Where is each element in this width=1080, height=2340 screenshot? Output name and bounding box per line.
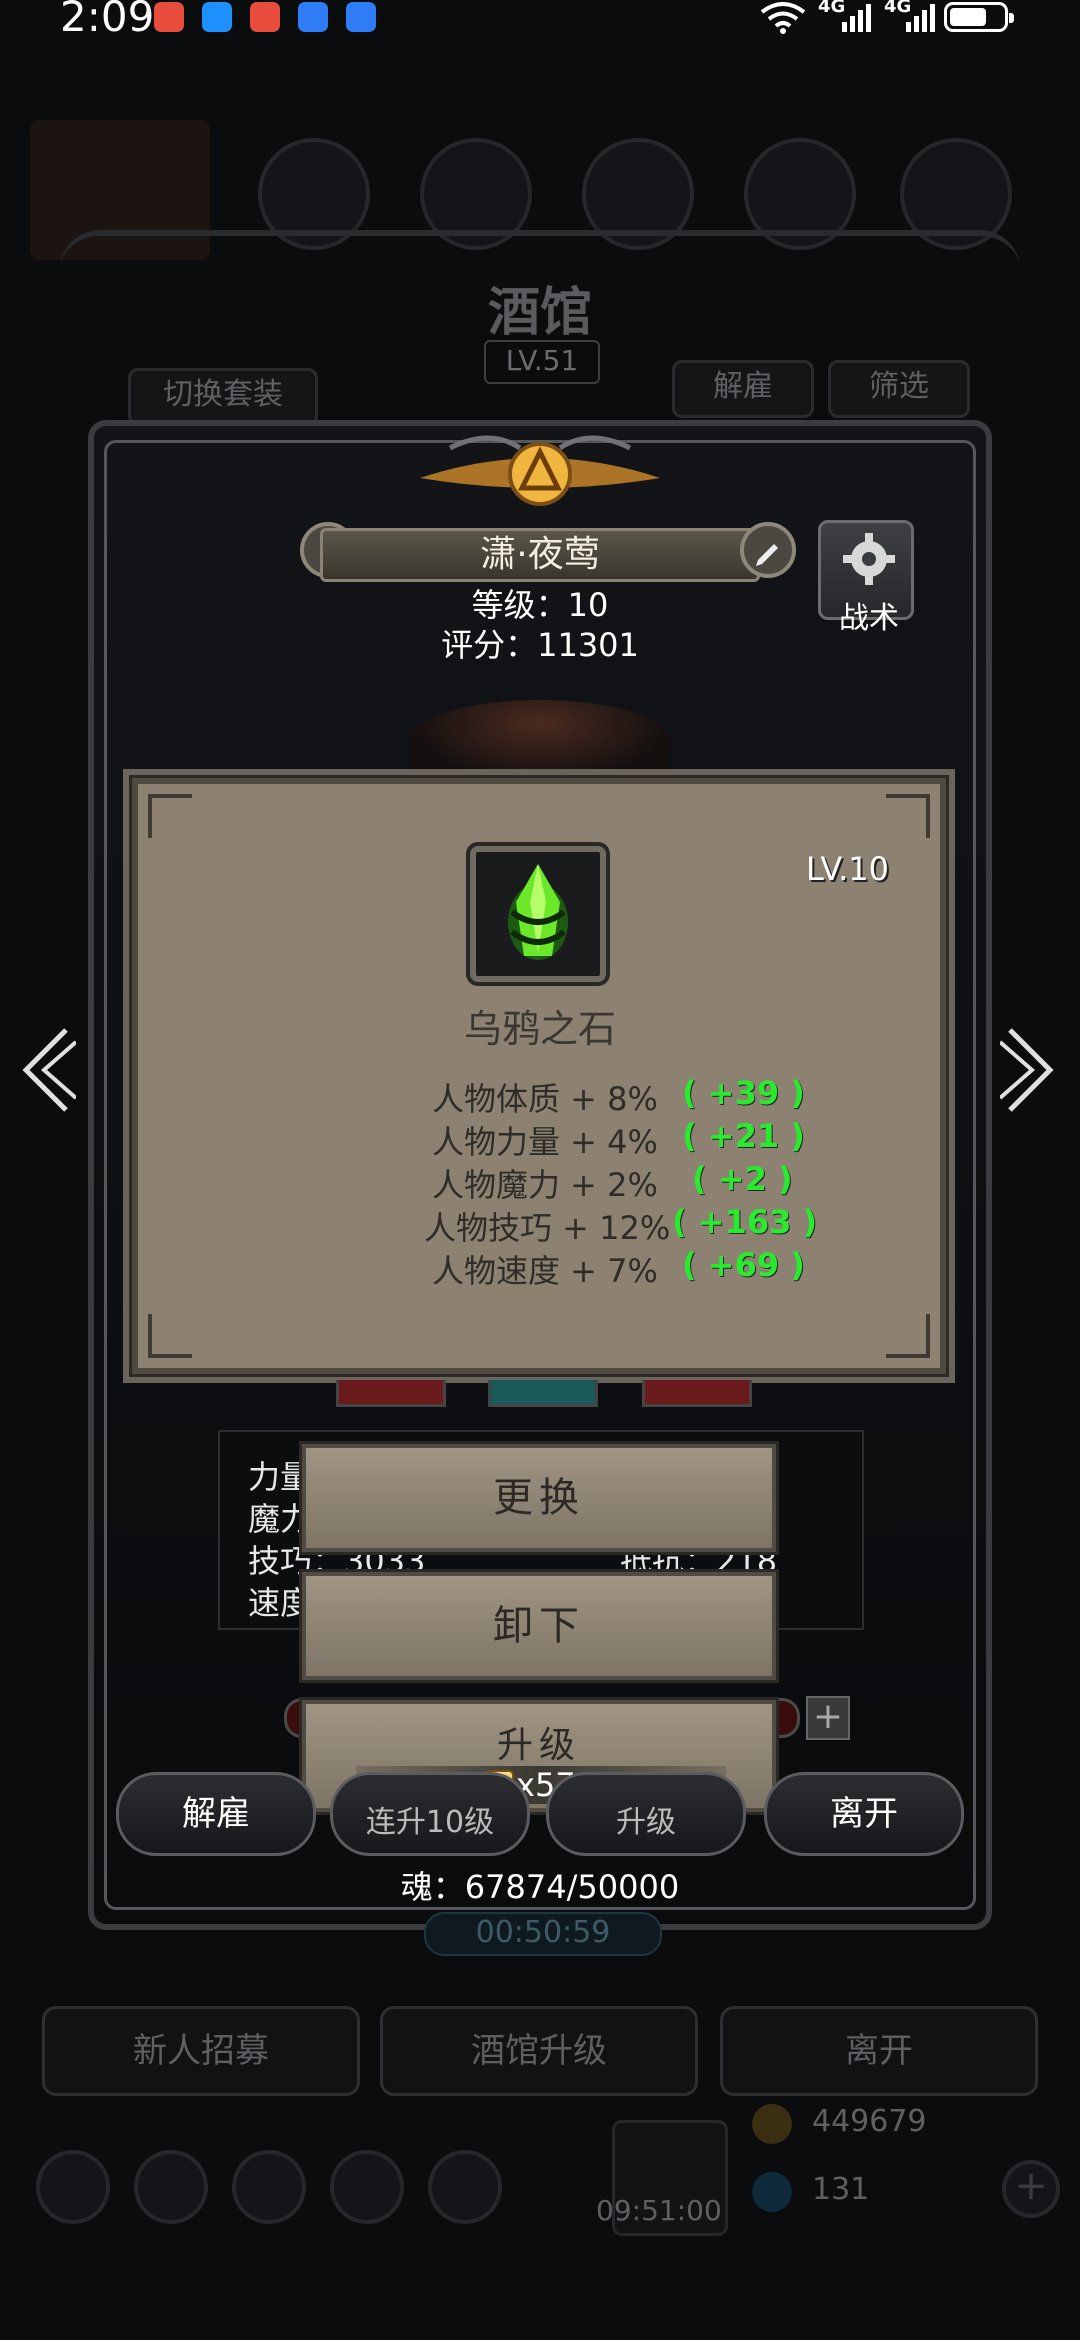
pencil-icon (756, 544, 778, 566)
battery-level (950, 8, 987, 26)
dismiss-hero-button[interactable]: 解雇 (116, 1772, 316, 1856)
status-time: 2:09 (60, 0, 155, 41)
equip-slot[interactable] (336, 1380, 446, 1407)
status-bar: 2:09 4G 4G (0, 0, 1080, 41)
soul-counter: 魂：67874/50000 (400, 1868, 680, 1906)
stat-label: 人物体质 + 8% (432, 1080, 658, 1118)
stat-label: 人物技巧 + 12% (424, 1209, 671, 1247)
chevron-left-icon (22, 1028, 78, 1112)
gold-amount: 449679 (812, 2104, 927, 2139)
stat-label: 人物力量 + 4% (432, 1123, 658, 1161)
recruit-button[interactable]: 新人招募 (42, 2006, 360, 2096)
card-corner (886, 1314, 930, 1358)
stat-label: 人物速度 + 7% (432, 1252, 658, 1290)
crow-stone-icon (508, 864, 568, 960)
leave-hero-button[interactable]: 离开 (764, 1772, 964, 1856)
nav-icon[interactable] (330, 2150, 404, 2224)
next-hero-arrow[interactable] (998, 1020, 1060, 1120)
signal-bars-icon (842, 4, 871, 32)
stat-bonus: ( +21 ) (682, 1117, 805, 1155)
stat-bonus: ( +69 ) (682, 1246, 805, 1284)
chevron-right-icon (998, 1028, 1054, 1112)
stat-row: 人物技巧 + 12% ( +163 ) (0, 1203, 1080, 1247)
add-exp-button[interactable]: + (806, 1696, 850, 1740)
hero-portrait (410, 700, 670, 780)
app-notification-icon (250, 2, 280, 32)
stat-row: 人物魔力 + 2% ( +2 ) (0, 1160, 1080, 1204)
previous-hero-arrow[interactable] (16, 1020, 78, 1120)
replace-label: 更换 (493, 1475, 585, 1521)
replace-button[interactable]: 更换 (302, 1444, 776, 1552)
nav-icon[interactable] (134, 2150, 208, 2224)
emblem-icon (420, 435, 660, 506)
app-notification-icon (298, 2, 328, 32)
tavern-level: LV.51 (484, 340, 600, 384)
nav-icon[interactable] (36, 2150, 110, 2224)
stat-bonus: ( +39 ) (682, 1074, 805, 1112)
card-corner (886, 794, 930, 838)
nav-icon[interactable] (428, 2150, 502, 2224)
unequip-button[interactable]: 卸下 (302, 1572, 776, 1680)
equip-slot[interactable] (488, 1380, 598, 1407)
item-slot (470, 846, 606, 982)
filter-button[interactable]: 筛选 (828, 360, 970, 418)
signal-bars-icon (906, 4, 935, 32)
stat-row: 人物速度 + 7% ( +69 ) (0, 1246, 1080, 1290)
item-name: 乌鸦之石 (463, 1007, 616, 1051)
tavern-title: 酒馆 (487, 283, 592, 343)
stat-label: 人物魔力 + 2% (432, 1166, 658, 1204)
background-timer: 00:50:59 (424, 1912, 662, 1956)
gem-amount: 131 (812, 2172, 870, 2207)
gem-icon (752, 2172, 792, 2212)
app-notification-icon (154, 2, 184, 32)
stat-bonus: ( +2 ) (692, 1160, 793, 1198)
edit-name-button[interactable] (740, 522, 796, 578)
unequip-label: 卸下 (493, 1603, 585, 1649)
switch-outfit-button[interactable]: 切换套装 (128, 368, 318, 426)
card-corner (148, 1314, 192, 1358)
card-corner (148, 794, 192, 838)
wifi-icon (760, 2, 806, 34)
stat-bonus: ( +163 ) (672, 1203, 818, 1241)
upgrade-hero-button[interactable]: 升级 (546, 1772, 746, 1856)
equip-slot[interactable] (642, 1380, 752, 1407)
dismiss-top-button[interactable]: 解雇 (672, 360, 814, 418)
nav-icon[interactable] (232, 2150, 306, 2224)
upgrade-label: 升级 (496, 1725, 581, 1766)
leave-tavern-button[interactable]: 离开 (720, 2006, 1038, 2096)
app-notification-icon (346, 2, 376, 32)
stat-row: 人物体质 + 8% ( +39 ) (0, 1074, 1080, 1118)
upgrade-10-button[interactable]: 连升10级 (330, 1772, 530, 1856)
bottom-timer: 09:51:00 (596, 2194, 722, 2227)
app-notification-icon (202, 2, 232, 32)
hero-score: 评分：11301 (441, 626, 639, 664)
gold-icon (752, 2104, 792, 2144)
tavern-upgrade-button[interactable]: 酒馆升级 (380, 2006, 698, 2096)
stat-row: 人物力量 + 4% ( +21 ) (0, 1117, 1080, 1161)
item-level: LV.10 (806, 850, 889, 888)
hero-name: 潇·夜莺 (320, 528, 760, 582)
battery-icon (944, 2, 1014, 32)
add-currency-button[interactable]: + (1002, 2160, 1060, 2218)
